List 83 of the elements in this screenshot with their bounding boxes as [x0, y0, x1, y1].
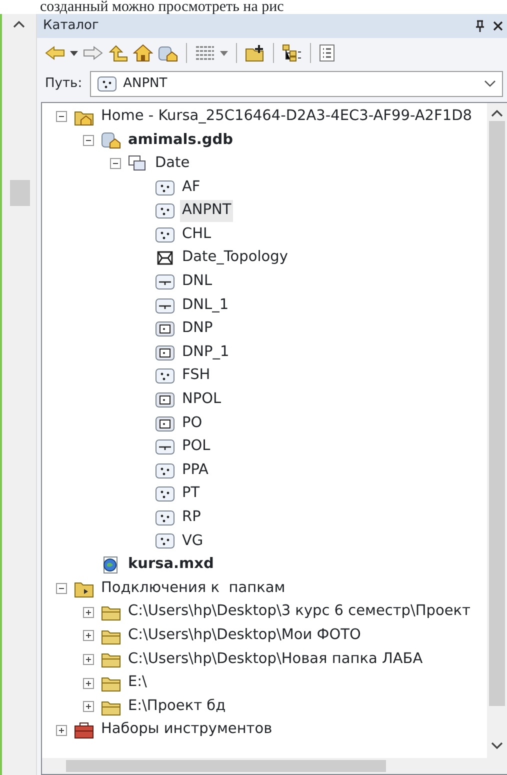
- list-view-icon[interactable]: [195, 45, 215, 61]
- tree-item[interactable]: DNL: [180, 271, 214, 293]
- collapse-icon[interactable]: [56, 583, 67, 594]
- expand-icon[interactable]: [83, 678, 94, 689]
- tree-item[interactable]: DNP_1: [180, 342, 232, 364]
- database-home-icon[interactable]: [158, 44, 178, 62]
- pin-icon[interactable]: [475, 20, 485, 32]
- line-layer-icon: [155, 438, 175, 456]
- expand-icon[interactable]: [83, 701, 94, 712]
- tree-item[interactable]: NPOL: [180, 389, 224, 411]
- tree-item[interactable]: CHL: [180, 224, 214, 246]
- close-icon[interactable]: [493, 21, 503, 31]
- tree-item[interactable]: DNL_1: [180, 294, 231, 316]
- tree-item[interactable]: Date: [153, 153, 192, 175]
- topology-icon: [155, 249, 175, 268]
- tree-item[interactable]: AF: [180, 176, 202, 198]
- point-layer-icon: [155, 462, 175, 480]
- tree-item[interactable]: C:\Users\hp\Desktop\3 курс 6 семестр\Проект: [126, 601, 473, 624]
- collapse-icon[interactable]: [56, 111, 67, 122]
- point-layer-icon: [155, 508, 175, 527]
- folder-icon: [74, 580, 94, 598]
- toolbox-icon: [74, 721, 94, 740]
- point-layer-icon: [97, 75, 118, 93]
- expand-icon[interactable]: [56, 724, 67, 736]
- tree-item[interactable]: E:\: [126, 672, 149, 694]
- tree-item[interactable]: PO: [180, 412, 204, 434]
- chevron-up-icon[interactable]: [13, 20, 25, 28]
- point-layer-icon: [155, 178, 175, 197]
- tree-item[interactable]: amimals.gdb: [126, 130, 236, 152]
- panel-title: Каталог: [43, 17, 100, 36]
- back-arrow-icon[interactable]: [45, 45, 65, 61]
- point-layer-icon: [155, 485, 175, 504]
- dataset-icon: [128, 154, 148, 173]
- tree-item[interactable]: FSH: [180, 365, 212, 388]
- tree-item[interactable]: PPA: [180, 460, 210, 482]
- expand-icon[interactable]: [83, 606, 94, 618]
- tree-item[interactable]: Home - Kursa_25C16464-D2A3-4EC3-AF99-A2F1D8: [99, 106, 474, 128]
- tree-view-icon[interactable]: [282, 44, 302, 62]
- home-icon[interactable]: [133, 44, 153, 62]
- tree-item[interactable]: PT: [180, 483, 202, 506]
- scrollbar-thumb[interactable]: [10, 180, 30, 206]
- tree-item[interactable]: C:\Users\hp\Desktop\Мои ФОТО: [126, 624, 363, 647]
- tree-item[interactable]: VG: [180, 530, 206, 552]
- tree-item[interactable]: kursa.mxd: [126, 554, 216, 576]
- up-arrow-icon[interactable]: [108, 44, 128, 62]
- tree-item[interactable]: Подключения к папкам: [99, 578, 288, 600]
- scrollbar-thumb[interactable]: [489, 121, 505, 706]
- polygon-layer-icon: [155, 414, 175, 433]
- tree-item[interactable]: C:\Users\hp\Desktop\Новая папка ЛАБА: [126, 648, 425, 670]
- tree-item[interactable]: ANPNT: [180, 200, 234, 222]
- point-layer-icon: [155, 226, 175, 244]
- expand-icon[interactable]: [83, 654, 94, 665]
- path-label: Путь:: [45, 75, 82, 94]
- tree-item[interactable]: DNP: [180, 318, 215, 340]
- chevron-down-icon[interactable]: [484, 80, 496, 88]
- expand-icon[interactable]: [83, 630, 94, 642]
- tree-item[interactable]: POL: [180, 436, 212, 458]
- connect-folder-icon[interactable]: [245, 44, 265, 62]
- line-layer-icon: [155, 272, 175, 291]
- point-layer-icon: [155, 367, 175, 386]
- details-icon[interactable]: [319, 44, 335, 62]
- document-text: созданный можно просмотреть на рис: [39, 0, 285, 14]
- path-dropdown[interactable]: ANPNT: [90, 71, 503, 97]
- tree-item[interactable]: RP: [180, 507, 203, 529]
- tree-item[interactable]: E:\Проект бд: [126, 696, 228, 718]
- tree-item[interactable]: Наборы инструментов: [99, 719, 274, 742]
- point-layer-icon: [155, 532, 175, 550]
- path-value: ANPNT: [123, 75, 168, 94]
- polygon-layer-icon: [155, 320, 175, 338]
- line-layer-icon: [155, 296, 175, 315]
- point-layer-icon: [155, 202, 175, 220]
- collapse-icon[interactable]: [110, 158, 121, 170]
- scrollbar-thumb[interactable]: [66, 760, 386, 772]
- caret-icon[interactable]: [70, 50, 78, 56]
- polygon-layer-icon: [155, 344, 175, 362]
- polygon-layer-icon: [155, 390, 175, 409]
- forward-arrow-icon[interactable]: [83, 45, 103, 61]
- database-icon: [101, 131, 121, 150]
- chevron-down-icon[interactable]: [491, 742, 503, 750]
- collapse-icon[interactable]: [83, 134, 94, 146]
- caret-icon[interactable]: [220, 50, 228, 56]
- tree-item[interactable]: Date_Topology: [180, 247, 290, 270]
- chevron-up-icon[interactable]: [491, 109, 503, 117]
